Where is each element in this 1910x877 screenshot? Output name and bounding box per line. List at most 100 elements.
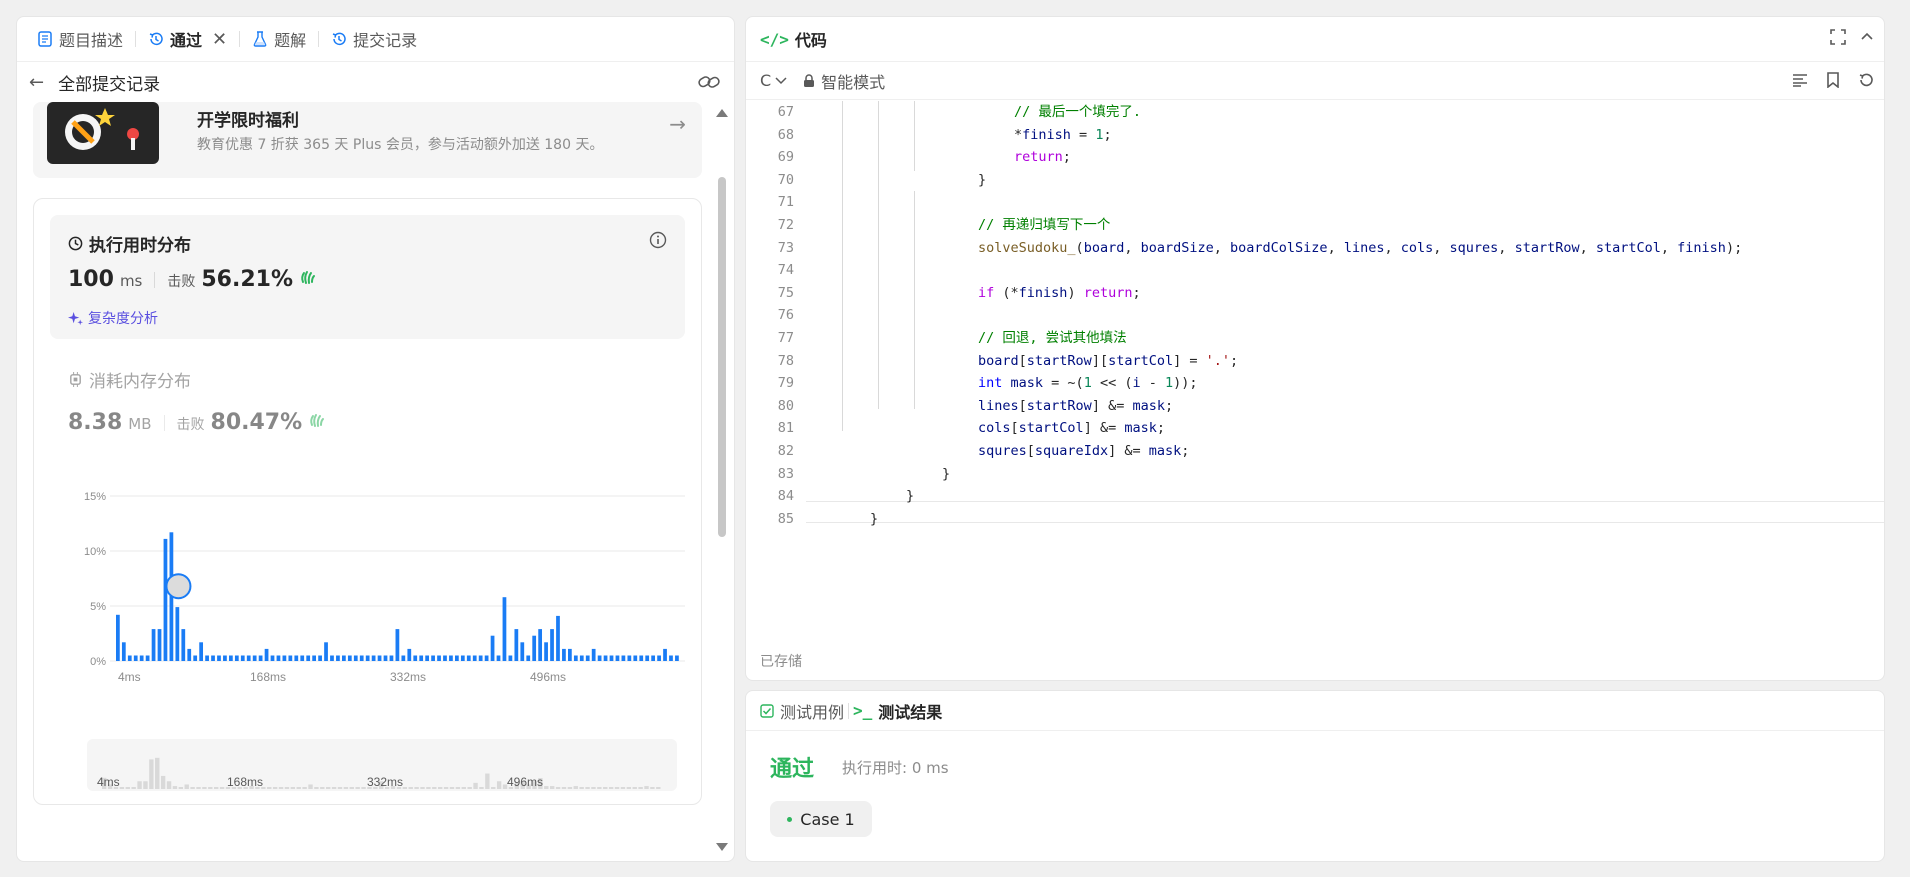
chart-bar[interactable] — [437, 655, 441, 662]
chart-bar[interactable] — [663, 648, 667, 661]
chart-bar[interactable] — [116, 614, 120, 661]
chart-bar[interactable] — [669, 655, 673, 662]
chart-bar[interactable] — [240, 655, 245, 662]
chart-bar[interactable] — [443, 655, 447, 662]
chart-bar[interactable] — [175, 607, 180, 661]
chart-bar[interactable] — [199, 642, 204, 661]
chart-bar[interactable] — [288, 655, 293, 662]
chart-bar[interactable] — [389, 655, 394, 662]
chart-bar[interactable] — [371, 655, 376, 662]
chart-bar[interactable] — [645, 655, 650, 662]
chart-bar[interactable] — [157, 629, 162, 661]
reset-icon[interactable] — [1858, 72, 1874, 92]
chart-bar[interactable] — [205, 655, 209, 662]
chart-bar[interactable] — [466, 655, 471, 662]
chart-bar[interactable] — [294, 655, 299, 662]
chart-bar[interactable] — [449, 655, 453, 662]
chart-bar[interactable] — [556, 615, 560, 661]
smart-mode[interactable]: 智能模式 — [803, 69, 885, 93]
promo-banner[interactable]: 开学限时福利 教育优惠 7 折获 365 天 Plus 会员，参与活动额外加送 … — [33, 102, 702, 178]
chart-bar[interactable] — [514, 629, 519, 661]
chart-bar[interactable] — [407, 648, 412, 661]
chart-bar[interactable] — [431, 655, 435, 662]
chart-bar[interactable] — [234, 655, 239, 662]
close-icon[interactable]: ✕ — [212, 29, 227, 50]
chart-bar[interactable] — [187, 648, 192, 661]
scrollbar-thumb[interactable] — [718, 177, 726, 537]
runtime-distribution-chart[interactable]: 15% 10% 5% 0% 4ms 168ms 332ms 496ms — [50, 484, 690, 714]
bookmark-icon[interactable] — [1826, 72, 1840, 92]
info-icon[interactable] — [649, 231, 667, 253]
back-arrow-icon[interactable]: ← — [29, 72, 44, 93]
chart-bar[interactable] — [478, 655, 483, 662]
arrow-right-icon[interactable]: → — [669, 112, 686, 136]
chart-bar[interactable] — [193, 655, 198, 662]
chart-bar[interactable] — [615, 655, 620, 662]
chart-bar[interactable] — [347, 655, 352, 662]
chart-bar[interactable] — [181, 629, 186, 661]
tab-test-result[interactable]: >_ 测试结果 — [853, 699, 942, 723]
chart-bar[interactable] — [145, 655, 150, 662]
chart-bar[interactable] — [526, 655, 531, 662]
memory-box[interactable]: 消耗内存分布 8.38 MB 击败 80.47% — [68, 367, 326, 435]
tab-description[interactable]: 题目描述 — [29, 27, 131, 51]
chart-bar[interactable] — [413, 655, 418, 662]
complexity-analysis-link[interactable]: 复杂度分析 — [68, 308, 158, 328]
scroll-up-arrow[interactable] — [716, 109, 728, 117]
chart-bar[interactable] — [318, 655, 322, 662]
chart-bar[interactable] — [609, 655, 614, 662]
chart-bar[interactable] — [425, 655, 430, 662]
chart-bar[interactable] — [651, 655, 656, 662]
chart-bar[interactable] — [306, 655, 311, 662]
chart-bar[interactable] — [246, 655, 251, 662]
language-select[interactable]: C — [760, 71, 787, 90]
chart-bar[interactable] — [252, 655, 257, 662]
chart-bar[interactable] — [276, 655, 281, 662]
chart-bar[interactable] — [603, 655, 608, 662]
chart-bar[interactable] — [484, 655, 489, 662]
chart-bar[interactable] — [568, 648, 572, 661]
chart-bar[interactable] — [532, 635, 537, 661]
share-link-icon[interactable] — [698, 74, 720, 94]
scroll-down-arrow[interactable] — [716, 843, 728, 851]
chart-bar[interactable] — [657, 655, 661, 662]
chart-bar[interactable] — [359, 655, 364, 662]
chart-bar[interactable] — [223, 655, 227, 662]
chart-bar[interactable] — [377, 655, 382, 662]
chart-bar[interactable] — [455, 655, 459, 662]
chart-bar[interactable] — [282, 655, 287, 662]
chart-bar[interactable] — [675, 655, 679, 662]
tab-submissions[interactable]: 提交记录 — [323, 27, 425, 51]
chart-bar[interactable] — [460, 655, 465, 662]
chart-bar[interactable] — [579, 655, 584, 662]
chart-bar[interactable] — [419, 655, 424, 662]
chart-bar[interactable] — [217, 655, 221, 662]
all-submissions-link[interactable]: 全部提交记录 — [58, 70, 160, 95]
chart-bar[interactable] — [597, 655, 602, 662]
chart-bar[interactable] — [472, 655, 477, 662]
tab-testcase[interactable]: 测试用例 — [760, 699, 844, 723]
tab-solutions[interactable]: 题解 — [244, 27, 314, 51]
chart-bar[interactable] — [163, 538, 168, 661]
chart-bar[interactable] — [633, 655, 638, 662]
case-tab[interactable]: Case 1 — [770, 801, 872, 837]
chart-bar[interactable] — [353, 655, 358, 662]
chart-bar[interactable] — [300, 655, 305, 662]
chart-bar[interactable] — [151, 629, 156, 661]
chart-bar[interactable] — [627, 655, 632, 662]
runtime-box[interactable]: 执行用时分布 100 ms 击败 56.21% 复杂度分析 — [50, 215, 685, 339]
chart-bar[interactable] — [502, 597, 507, 661]
format-icon[interactable] — [1792, 72, 1808, 92]
chart-bar[interactable] — [496, 655, 501, 662]
chart-bar[interactable] — [508, 655, 513, 662]
chart-bar[interactable] — [550, 629, 554, 661]
chart-bar[interactable] — [127, 655, 132, 662]
chart-bar[interactable] — [639, 655, 644, 662]
chart-bar[interactable] — [133, 655, 138, 662]
chart-bar[interactable] — [336, 655, 340, 662]
chart-bar[interactable] — [544, 642, 548, 661]
chart-bar[interactable] — [591, 648, 596, 661]
user-avatar-marker[interactable] — [165, 573, 192, 600]
chart-bar[interactable] — [139, 655, 144, 662]
chart-bar[interactable] — [395, 629, 400, 661]
